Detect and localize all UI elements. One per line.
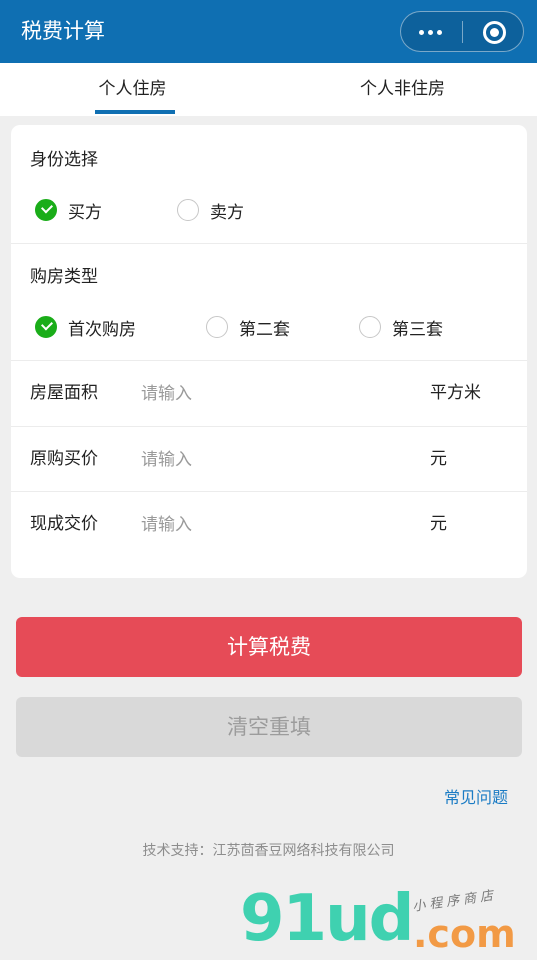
area-input[interactable] — [141, 378, 401, 409]
watermark-tagline: 小程序商店 — [411, 888, 498, 915]
unchecked-circle-icon — [359, 316, 381, 338]
original-price-field-row: 原购买价 元 — [11, 427, 527, 492]
radio-buyer[interactable]: 买方 — [35, 190, 102, 230]
page-title: 税费计算 — [21, 19, 105, 43]
purchase-type-label: 购房类型 — [30, 267, 98, 287]
tab-non-housing[interactable]: 个人非住房 — [340, 63, 465, 116]
field-unit: 平方米 — [430, 383, 481, 403]
faq-link[interactable]: 常见问题 — [444, 784, 508, 808]
calculate-tax-button[interactable]: 计算税费 — [16, 617, 522, 677]
radio-second-home[interactable]: 第二套 — [206, 307, 290, 347]
radio-label: 第二套 — [239, 319, 290, 340]
field-label: 现成交价 — [30, 514, 98, 534]
purchase-type-radio-group: 首次购房 第二套 第三套 — [11, 307, 527, 347]
clear-reset-button[interactable]: 清空重填 — [16, 697, 522, 757]
tech-support-footer: 技术支持：江苏茴香豆网络科技有限公司 — [142, 843, 395, 859]
field-unit: 元 — [430, 449, 447, 469]
checked-circle-icon — [35, 199, 57, 221]
form-card: 身份选择 买方 卖方 购房类型 首次购房 第二套 第三套 房屋面积 平方米 — [11, 125, 527, 578]
mini-program-capsule — [400, 11, 524, 52]
identity-radio-group: 买方 卖方 — [11, 190, 527, 230]
radio-third-home[interactable]: 第三套 — [359, 307, 443, 347]
top-navigation-bar: 税费计算 — [0, 0, 537, 63]
watermark-logo: 91ud 小程序商店 .com — [240, 884, 530, 958]
current-price-field-row: 现成交价 元 — [11, 492, 527, 557]
tab-personal-housing[interactable]: 个人住房 — [85, 63, 180, 116]
field-unit: 元 — [430, 514, 447, 534]
unchecked-circle-icon — [206, 316, 228, 338]
radio-label: 卖方 — [210, 202, 244, 223]
watermark-brand: 91ud — [240, 882, 414, 956]
radio-seller[interactable]: 卖方 — [177, 190, 244, 230]
field-label: 房屋面积 — [30, 383, 98, 403]
radio-label: 首次购房 — [68, 319, 136, 340]
original-price-input[interactable] — [141, 444, 401, 475]
unchecked-circle-icon — [177, 199, 199, 221]
watermark-suffix: .com — [413, 912, 516, 956]
field-label: 原购买价 — [30, 449, 98, 469]
checked-circle-icon — [35, 316, 57, 338]
radio-label: 买方 — [68, 202, 102, 223]
active-tab-indicator — [95, 110, 175, 114]
radio-label: 第三套 — [392, 319, 443, 340]
target-close-icon[interactable] — [463, 12, 523, 51]
current-price-input[interactable] — [141, 509, 401, 540]
area-field-row: 房屋面积 平方米 — [11, 361, 527, 426]
divider — [11, 243, 527, 244]
tab-bar: 个人住房 个人非住房 — [0, 63, 537, 116]
radio-first-home[interactable]: 首次购房 — [35, 307, 136, 347]
identity-label: 身份选择 — [30, 150, 98, 170]
more-dots-icon[interactable] — [401, 12, 462, 51]
